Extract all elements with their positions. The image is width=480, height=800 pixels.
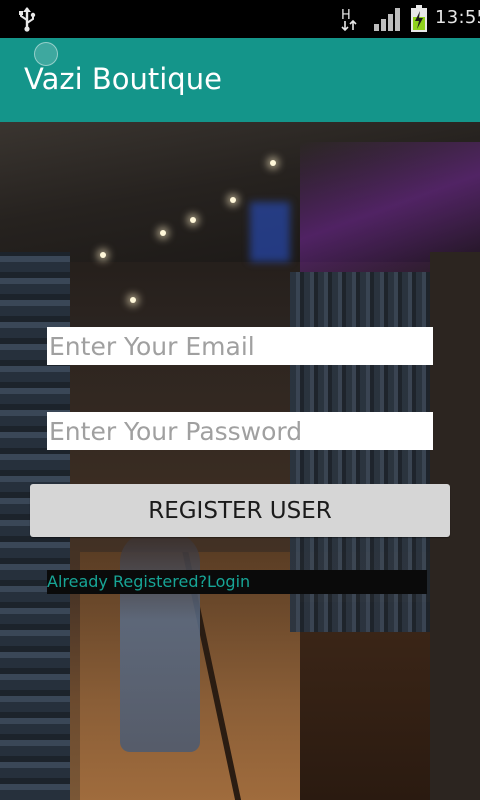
status-bar: H 13:55	[0, 0, 480, 38]
network-h-icon: H	[341, 8, 357, 32]
login-link[interactable]: Already Registered?Login	[47, 572, 250, 591]
usb-icon	[19, 7, 36, 32]
shopper	[120, 532, 200, 752]
ceiling-light	[230, 197, 236, 203]
ceiling-light	[160, 230, 166, 236]
password-field[interactable]	[47, 412, 433, 450]
ceiling-light	[270, 160, 276, 166]
email-field[interactable]	[47, 327, 433, 365]
signal-icon	[374, 8, 400, 31]
status-time: 13:55	[435, 7, 480, 28]
store-background-image	[0, 122, 480, 800]
register-user-button[interactable]: REGISTER USER	[30, 484, 450, 537]
app-bar: Vazi Boutique	[0, 38, 480, 122]
app-title: Vazi Boutique	[24, 62, 222, 96]
ceiling-light	[130, 297, 136, 303]
blue-light	[250, 202, 290, 262]
ceiling-light	[190, 217, 196, 223]
battery-charging-icon	[411, 5, 427, 32]
ceiling-light	[100, 252, 106, 258]
network-type-label: H	[341, 8, 351, 23]
